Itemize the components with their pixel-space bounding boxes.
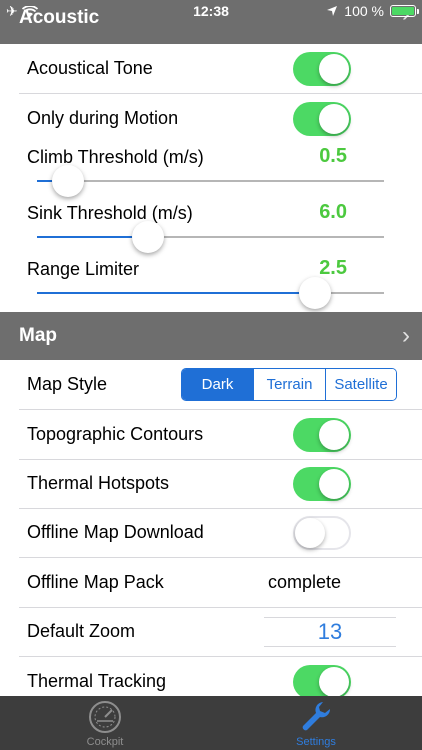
- thermal-hotspots-label: Thermal Hotspots: [27, 473, 170, 493]
- sink-threshold-value: 6.0: [319, 201, 347, 223]
- chevron-right-icon: ›: [402, 322, 410, 349]
- climb-threshold-thumb[interactable]: [52, 165, 85, 197]
- tab-settings-label: Settings: [296, 736, 336, 748]
- map-panel: Map Style Dark Terrain Satellite Topogra…: [0, 360, 422, 696]
- acoustical-tone-toggle[interactable]: [293, 51, 351, 86]
- only-motion-row: Only during Motion: [0, 94, 422, 143]
- range-limiter-thumb[interactable]: [298, 277, 331, 309]
- map-style-dark[interactable]: Dark: [182, 369, 253, 400]
- thermal-tracking-row: Thermal Tracking: [0, 657, 422, 696]
- sink-threshold-slider[interactable]: [37, 221, 384, 253]
- battery-icon: [390, 5, 419, 17]
- map-section-header[interactable]: Map ›: [0, 312, 422, 360]
- map-style-label: Map Style: [27, 374, 108, 394]
- cockpit-gauge-icon: [89, 701, 121, 733]
- thermal-tracking-label: Thermal Tracking: [27, 671, 167, 691]
- topographic-contours-row: Topographic Contours: [0, 410, 422, 459]
- battery-percent: 100 %: [344, 3, 384, 19]
- acoustical-tone-row: Acoustical Tone: [0, 44, 422, 93]
- only-motion-toggle[interactable]: [293, 101, 351, 136]
- status-right: 100 %: [326, 3, 419, 19]
- default-zoom-field[interactable]: 13: [264, 616, 396, 647]
- climb-threshold-value: 0.5: [319, 145, 347, 167]
- tab-cockpit-label: Cockpit: [86, 736, 124, 748]
- sink-threshold-thumb[interactable]: [132, 221, 165, 253]
- topographic-contours-label: Topographic Contours: [27, 424, 204, 444]
- offline-map-download-row: Offline Map Download: [0, 508, 422, 557]
- climb-threshold-row: Climb Threshold (m/s) 0.5: [0, 143, 422, 199]
- climb-threshold-label: Climb Threshold (m/s): [27, 147, 204, 167]
- range-limiter-value: 2.5: [319, 257, 347, 279]
- thermal-hotspots-toggle[interactable]: [293, 466, 351, 501]
- topographic-contours-toggle[interactable]: [293, 417, 351, 452]
- offline-map-download-toggle[interactable]: [293, 515, 351, 550]
- thermal-hotspots-row: Thermal Hotspots: [0, 459, 422, 508]
- map-style-satellite[interactable]: Satellite: [325, 369, 396, 400]
- map-style-row: Map Style Dark Terrain Satellite: [0, 360, 422, 409]
- range-limiter-label: Range Limiter: [27, 259, 140, 279]
- offline-map-pack-row[interactable]: Offline Map Pack complete: [0, 558, 422, 607]
- offline-map-pack-label: Offline Map Pack: [27, 572, 164, 592]
- location-arrow-icon: [327, 6, 338, 16]
- wrench-icon: [302, 702, 331, 731]
- default-zoom-label: Default Zoom: [27, 621, 136, 641]
- offline-map-pack-value: complete: [268, 572, 342, 592]
- sink-threshold-row: Sink Threshold (m/s) 6.0: [0, 199, 422, 255]
- status-bar: ✈ 12:38 100 %: [0, 0, 422, 22]
- acoustic-panel: Acoustical Tone Only during Motion Climb…: [0, 44, 422, 312]
- map-style-segmented-control[interactable]: Dark Terrain Satellite: [181, 368, 397, 401]
- map-header-title: Map: [19, 325, 57, 346]
- default-zoom-row: Default Zoom 13: [0, 607, 422, 656]
- sink-threshold-label: Sink Threshold (m/s): [27, 203, 193, 223]
- acoustical-tone-label: Acoustical Tone: [27, 58, 153, 78]
- map-style-terrain[interactable]: Terrain: [253, 369, 325, 400]
- offline-map-download-label: Offline Map Download: [27, 522, 204, 542]
- tab-settings[interactable]: Settings: [256, 696, 376, 750]
- range-limiter-slider[interactable]: [37, 277, 384, 309]
- climb-threshold-slider[interactable]: [37, 165, 384, 197]
- only-motion-label: Only during Motion: [27, 108, 179, 128]
- thermal-tracking-toggle[interactable]: [293, 664, 351, 696]
- range-limiter-row: Range Limiter 2.5: [0, 255, 422, 311]
- tab-cockpit[interactable]: Cockpit: [45, 696, 165, 750]
- tab-bar: Cockpit Settings: [0, 696, 422, 750]
